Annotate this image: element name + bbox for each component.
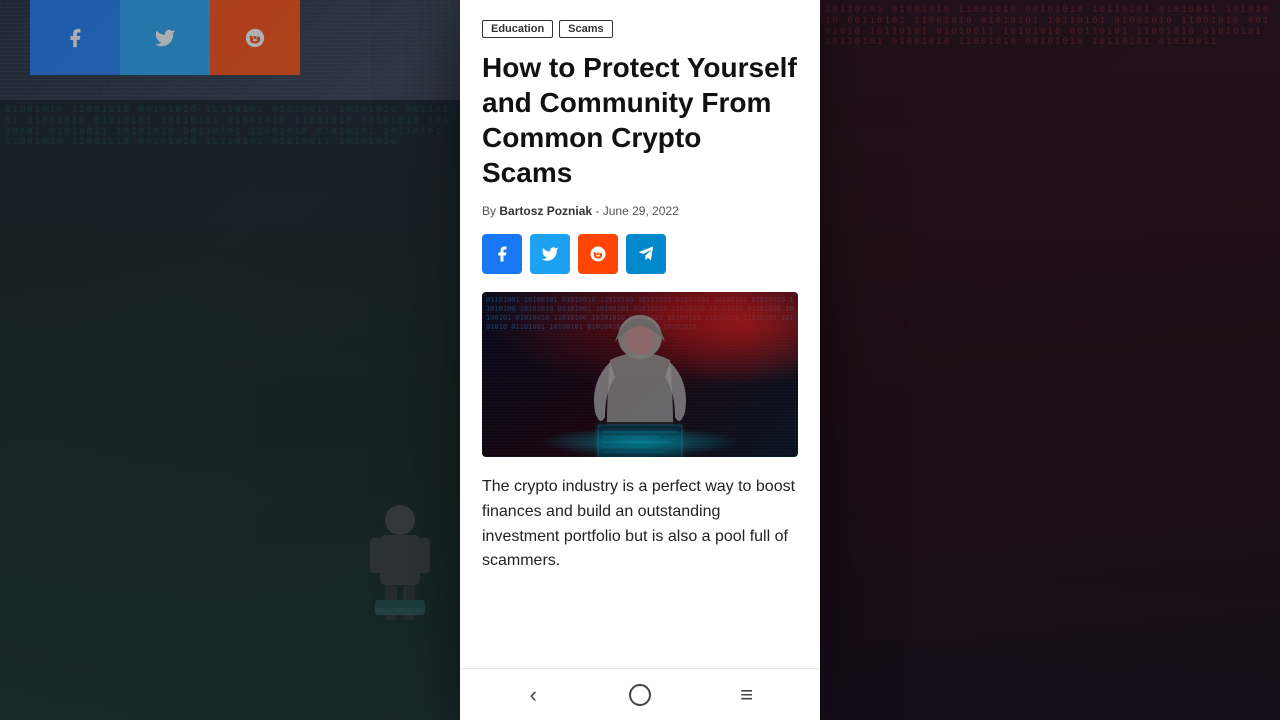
bg-facebook-icon (30, 0, 120, 75)
bg-right-panel: 10110101 01001010 11001010 00101010 1011… (820, 0, 1280, 720)
author-name[interactable]: Bartosz Pozniak (499, 204, 592, 218)
share-facebook-button[interactable] (482, 234, 522, 274)
byline-prefix: By (482, 204, 496, 218)
bg-twitter-icon (120, 0, 210, 75)
bg-reddit-icon (210, 0, 300, 75)
bg-left-panel: 01001010 11001010 00101010 10110101 0101… (0, 0, 460, 720)
back-icon: ‹ (530, 682, 537, 708)
back-button[interactable]: ‹ (513, 675, 553, 715)
article-title: How to Protect Yourself and Community Fr… (482, 50, 798, 190)
tags-row: Education Scams (482, 20, 798, 38)
share-telegram-button[interactable] (626, 234, 666, 274)
menu-icon: ≡ (740, 682, 753, 708)
home-icon (629, 684, 651, 706)
bg-social-row (30, 0, 300, 75)
tag-scams[interactable]: Scams (559, 20, 612, 38)
social-share-row (482, 234, 798, 274)
article-date: June 29, 2022 (603, 204, 679, 218)
home-button[interactable] (620, 675, 660, 715)
article-body: The crypto industry is a perfect way to … (482, 475, 798, 574)
nav-bar: ‹ ≡ (460, 668, 820, 720)
tag-education[interactable]: Education (482, 20, 553, 38)
share-twitter-button[interactable] (530, 234, 570, 274)
share-reddit-button[interactable] (578, 234, 618, 274)
article-content: Education Scams How to Protect Yourself … (460, 0, 820, 668)
byline: By Bartosz Pozniak - June 29, 2022 (482, 204, 798, 218)
menu-button[interactable]: ≡ (727, 675, 767, 715)
phone-card: Education Scams How to Protect Yourself … (460, 0, 820, 720)
article-hero-image: 01101001 10100101 01010010 11010100 1010… (482, 292, 798, 457)
byline-separator: - (595, 204, 602, 218)
